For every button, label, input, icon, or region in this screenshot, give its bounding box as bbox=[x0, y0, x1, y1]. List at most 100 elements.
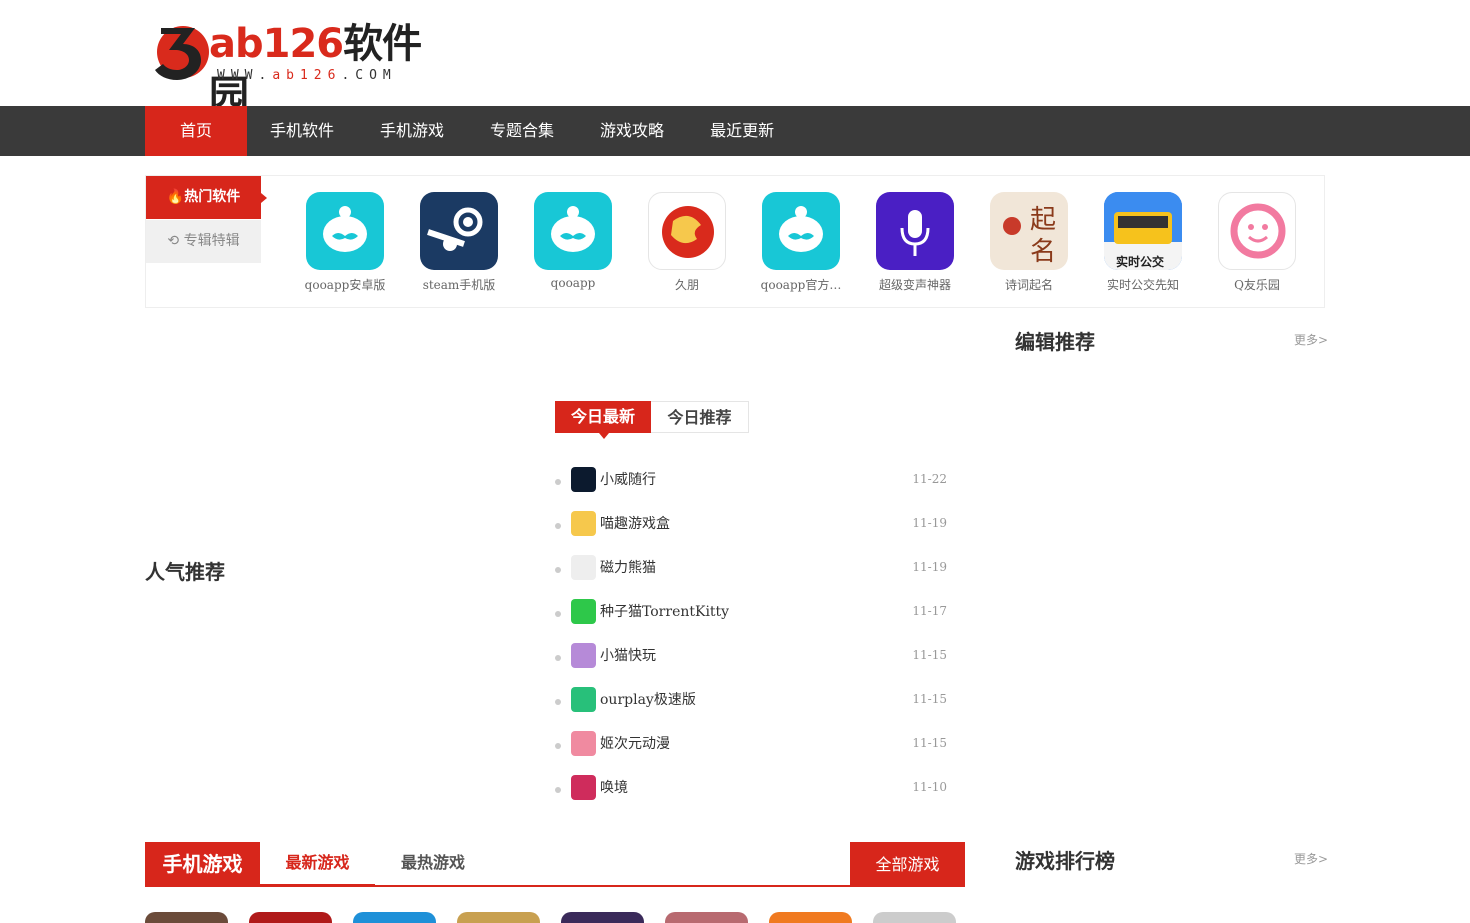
qooapp-icon[interactable] bbox=[534, 192, 612, 270]
games-title: 手机游戏 bbox=[145, 842, 260, 887]
list-item[interactable]: 唤境 11-10 bbox=[555, 765, 947, 809]
list-item-date: 11-19 bbox=[912, 516, 947, 530]
qooapp-icon[interactable] bbox=[306, 192, 384, 270]
hot-app-item[interactable]: 超级变声神器 bbox=[858, 192, 972, 293]
game-thumbnail[interactable] bbox=[353, 912, 436, 923]
kitten-icon[interactable] bbox=[571, 642, 596, 668]
site-header: ab126软件园 WWW.ab126.COM bbox=[0, 0, 1470, 119]
hot-app-item[interactable]: 久朋 bbox=[630, 192, 744, 293]
steam-icon[interactable] bbox=[420, 192, 498, 270]
nav-mobile-software[interactable]: 手机软件 bbox=[247, 106, 357, 156]
game-thumbnails bbox=[145, 912, 977, 923]
tab-hot-software[interactable]: 🔥热门软件 bbox=[146, 176, 267, 219]
bullet-icon bbox=[555, 655, 561, 661]
ranking-more-link[interactable]: 更多> bbox=[1294, 850, 1328, 867]
bullet-icon bbox=[555, 743, 561, 749]
panda-icon[interactable] bbox=[571, 554, 596, 580]
tab-newest-games[interactable]: 最新游戏 bbox=[260, 842, 375, 887]
list-item-name[interactable]: ourplay极速版 bbox=[600, 689, 696, 709]
list-item-date: 11-17 bbox=[912, 604, 947, 618]
game-thumbnail[interactable] bbox=[769, 912, 852, 923]
list-item-name[interactable]: 小猫快玩 bbox=[600, 645, 656, 665]
list-item-date: 11-22 bbox=[912, 472, 947, 486]
play-icon[interactable] bbox=[571, 686, 596, 712]
nav-home[interactable]: 首页 bbox=[145, 106, 247, 156]
refresh-icon: ⟲ bbox=[167, 233, 180, 249]
bullet-icon bbox=[555, 567, 561, 573]
list-item[interactable]: ourplay极速版 11-15 bbox=[555, 677, 947, 721]
svg-text:实时公交: 实时公交 bbox=[1116, 254, 1164, 269]
hot-app-item[interactable]: steam手机版 bbox=[402, 192, 516, 293]
hot-app-item[interactable]: qooapp安卓版 bbox=[288, 192, 402, 293]
game-thumbnail[interactable] bbox=[249, 912, 332, 923]
jiupeng-icon[interactable] bbox=[648, 192, 726, 270]
cat-box-icon[interactable] bbox=[571, 510, 596, 536]
hot-app-item[interactable]: qooapp官方… bbox=[744, 192, 858, 293]
list-item-name[interactable]: 种子猫TorrentKitty bbox=[600, 601, 729, 621]
torrent-cat-icon[interactable] bbox=[571, 598, 596, 624]
list-item-name[interactable]: 磁力熊猫 bbox=[600, 557, 656, 577]
game-thumbnail[interactable] bbox=[561, 912, 644, 923]
hot-app-item[interactable]: 实时公交实时公交先知 bbox=[1086, 192, 1200, 293]
hot-app-name[interactable]: 久朋 bbox=[630, 276, 744, 293]
site-logo[interactable]: ab126软件园 WWW.ab126.COM bbox=[153, 18, 428, 119]
tab-special-albums[interactable]: ⟲ 专辑特辑 bbox=[146, 220, 261, 263]
bullet-icon bbox=[555, 699, 561, 705]
svg-text:起: 起 bbox=[1030, 205, 1056, 235]
tab-today-recommended[interactable]: 今日推荐 bbox=[651, 401, 749, 433]
list-item-name[interactable]: 喵趣游戏盒 bbox=[600, 513, 670, 533]
list-item[interactable]: 姬次元动漫 11-15 bbox=[555, 721, 947, 765]
microphone-icon[interactable] bbox=[876, 192, 954, 270]
naming-icon[interactable]: 起名 bbox=[990, 192, 1068, 270]
hot-app-name[interactable]: 诗词起名 bbox=[972, 276, 1086, 293]
list-item-date: 11-15 bbox=[912, 648, 947, 662]
tab-hottest-games[interactable]: 最热游戏 bbox=[401, 842, 465, 887]
list-item[interactable]: 小威随行 11-22 bbox=[555, 457, 947, 501]
today-panel: 今日最新 今日推荐 小威随行 11-22 喵趣游戏盒 11-19 磁力熊猫 11-19 种子… bbox=[555, 401, 947, 809]
anime-icon[interactable] bbox=[571, 730, 596, 756]
list-item[interactable]: 磁力熊猫 11-19 bbox=[555, 545, 947, 589]
bullet-icon bbox=[555, 611, 561, 617]
nav-mobile-games[interactable]: 手机游戏 bbox=[357, 106, 467, 156]
xiaowei-icon[interactable] bbox=[571, 466, 596, 492]
hot-app-name[interactable]: qooapp官方… bbox=[744, 276, 858, 293]
list-item-name[interactable]: 小威随行 bbox=[600, 469, 656, 489]
nav-recent-updates[interactable]: 最近更新 bbox=[687, 106, 797, 156]
hot-app-item[interactable]: Q友乐园 bbox=[1200, 192, 1314, 293]
main-nav: 首页 手机软件 手机游戏 专题合集 游戏攻略 最近更新 bbox=[145, 106, 1325, 156]
game-thumbnail[interactable] bbox=[145, 912, 228, 923]
game-thumbnail[interactable] bbox=[457, 912, 540, 923]
tab-today-newest[interactable]: 今日最新 bbox=[555, 401, 651, 439]
list-item-date: 11-10 bbox=[912, 780, 947, 794]
svg-text:名: 名 bbox=[1030, 237, 1056, 267]
hot-app-name[interactable]: qooapp安卓版 bbox=[288, 276, 402, 293]
huanjing-icon[interactable] bbox=[571, 774, 596, 800]
list-item-date: 11-15 bbox=[912, 736, 947, 750]
logo-url: WWW.ab126.COM bbox=[217, 68, 397, 83]
today-list: 小威随行 11-22 喵趣游戏盒 11-19 磁力熊猫 11-19 种子猫TorrentKi… bbox=[555, 457, 947, 809]
popular-title: 人气推荐 bbox=[145, 560, 225, 584]
list-item[interactable]: 喵趣游戏盒 11-19 bbox=[555, 501, 947, 545]
qooapp-icon[interactable] bbox=[762, 192, 840, 270]
hot-app-name[interactable]: qooapp bbox=[516, 276, 630, 290]
editor-more-link[interactable]: 更多> bbox=[1294, 331, 1328, 348]
list-item[interactable]: 种子猫TorrentKitty 11-17 bbox=[555, 589, 947, 633]
all-games-button[interactable]: 全部游戏 bbox=[850, 842, 965, 887]
bus-icon[interactable]: 实时公交 bbox=[1104, 192, 1182, 270]
game-thumbnail[interactable] bbox=[665, 912, 748, 923]
hot-app-name[interactable]: Q友乐园 bbox=[1200, 276, 1314, 293]
logo-mark-icon bbox=[155, 26, 209, 80]
hot-app-name[interactable]: 超级变声神器 bbox=[858, 276, 972, 293]
hot-app-name[interactable]: steam手机版 bbox=[402, 276, 516, 293]
list-item-name[interactable]: 姬次元动漫 bbox=[600, 733, 670, 753]
list-item[interactable]: 小猫快玩 11-15 bbox=[555, 633, 947, 677]
nav-game-guides[interactable]: 游戏攻略 bbox=[577, 106, 687, 156]
list-item-name[interactable]: 唤境 bbox=[600, 777, 628, 797]
hot-app-item[interactable]: 起名诗词起名 bbox=[972, 192, 1086, 293]
nav-topics[interactable]: 专题合集 bbox=[467, 106, 577, 156]
smile-icon[interactable] bbox=[1218, 192, 1296, 270]
game-thumbnail[interactable] bbox=[873, 912, 956, 923]
hot-app-item[interactable]: qooapp bbox=[516, 192, 630, 293]
flame-icon: 🔥 bbox=[166, 189, 185, 205]
hot-app-name[interactable]: 实时公交先知 bbox=[1086, 276, 1200, 293]
